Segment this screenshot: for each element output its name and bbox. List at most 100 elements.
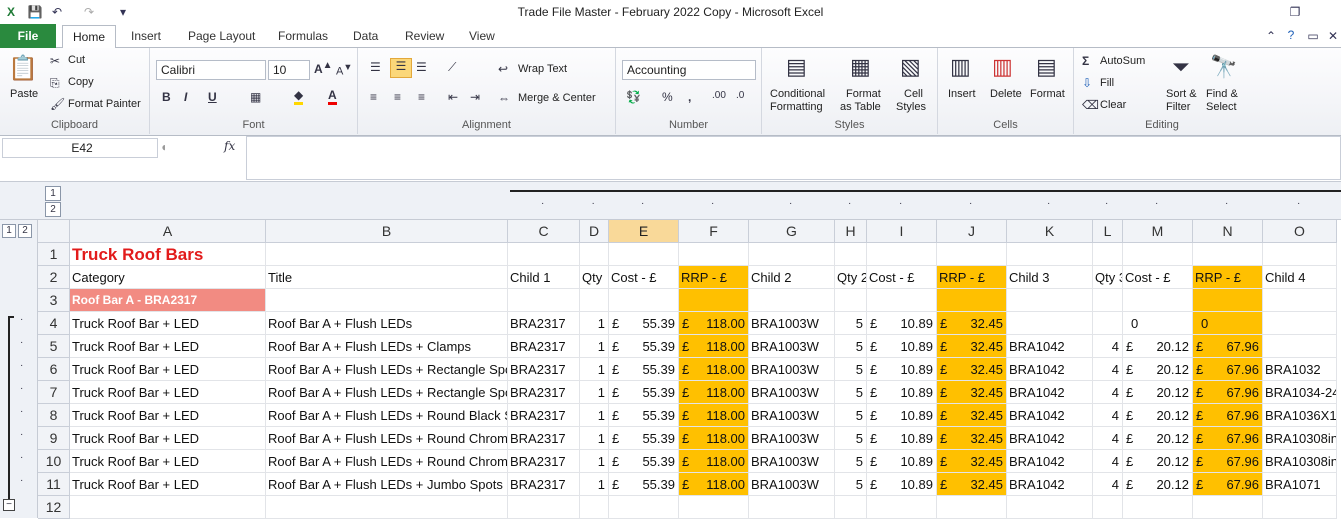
- increase-font-icon[interactable]: A▲: [314, 60, 333, 76]
- format-cells-button[interactable]: Format: [1030, 88, 1065, 100]
- row-header[interactable]: 10: [38, 450, 70, 473]
- cell-d1[interactable]: [580, 243, 609, 266]
- underline-icon[interactable]: U: [208, 90, 217, 104]
- cell-n12[interactable]: [1193, 496, 1263, 519]
- cell-a5[interactable]: Truck Roof Bar + LED: [70, 335, 266, 358]
- cell-k11[interactable]: BRA1042: [1007, 473, 1093, 496]
- cell-k12[interactable]: [1007, 496, 1093, 519]
- cell-a8[interactable]: Truck Roof Bar + LED: [70, 404, 266, 427]
- sort-filter-icon[interactable]: ⏷: [1172, 54, 1190, 80]
- column-header-a[interactable]: A: [70, 220, 266, 243]
- comma-style-icon[interactable]: ,: [688, 90, 691, 104]
- cell-a2[interactable]: Category: [70, 266, 266, 289]
- cell-b2[interactable]: Title: [266, 266, 508, 289]
- cell-b9[interactable]: Roof Bar A + Flush LEDs + Round Chrom: [266, 427, 508, 450]
- cell-n11[interactable]: £67.96: [1193, 473, 1263, 496]
- column-header-g[interactable]: G: [749, 220, 835, 243]
- cell-k5[interactable]: BRA1042: [1007, 335, 1093, 358]
- restore-window-icon[interactable]: ❐: [1286, 3, 1304, 21]
- column-header-o[interactable]: O: [1263, 220, 1337, 243]
- cell-f10[interactable]: £118.00: [679, 450, 749, 473]
- cell-g5[interactable]: BRA1003W: [749, 335, 835, 358]
- cell-b8[interactable]: Roof Bar A + Flush LEDs + Round Black S: [266, 404, 508, 427]
- paste-icon[interactable]: 📋: [8, 54, 38, 84]
- percent-icon[interactable]: %: [662, 90, 673, 104]
- cell-e9[interactable]: £55.39: [609, 427, 679, 450]
- cell-d4[interactable]: 1: [580, 312, 609, 335]
- cell-n10[interactable]: £67.96: [1193, 450, 1263, 473]
- tab-file[interactable]: File: [0, 24, 56, 48]
- cell-k7[interactable]: BRA1042: [1007, 381, 1093, 404]
- cell-k2[interactable]: Child 3: [1007, 266, 1093, 289]
- cell-l12[interactable]: [1093, 496, 1123, 519]
- cell-j3[interactable]: [937, 289, 1007, 312]
- cell-d11[interactable]: 1: [580, 473, 609, 496]
- insert-cells-icon[interactable]: ▥: [950, 54, 971, 80]
- row-header[interactable]: 7: [38, 381, 70, 404]
- merge-center-button[interactable]: Merge & Center: [518, 92, 596, 104]
- cell-i5[interactable]: £10.89: [867, 335, 937, 358]
- row-header[interactable]: 3: [38, 289, 70, 312]
- cell-e6[interactable]: £55.39: [609, 358, 679, 381]
- cell-j7[interactable]: £32.45: [937, 381, 1007, 404]
- cell-o10[interactable]: BRA10308in: [1263, 450, 1337, 473]
- cell-f5[interactable]: £118.00: [679, 335, 749, 358]
- cell-d6[interactable]: 1: [580, 358, 609, 381]
- cell-l7[interactable]: 4: [1093, 381, 1123, 404]
- cell-m12[interactable]: [1123, 496, 1193, 519]
- cell-m9[interactable]: £20.12: [1123, 427, 1193, 450]
- cell-c2[interactable]: Child 1: [508, 266, 580, 289]
- cell-a4[interactable]: Truck Roof Bar + LED: [70, 312, 266, 335]
- cell-e10[interactable]: £55.39: [609, 450, 679, 473]
- column-header-d[interactable]: D: [580, 220, 609, 243]
- find-select-icon[interactable]: 🔭: [1210, 54, 1237, 80]
- name-box[interactable]: E42: [2, 138, 158, 158]
- cell-m11[interactable]: £20.12: [1123, 473, 1193, 496]
- column-header-i[interactable]: I: [867, 220, 937, 243]
- cell-l3[interactable]: [1093, 289, 1123, 312]
- cell-g10[interactable]: BRA1003W: [749, 450, 835, 473]
- increase-indent-icon[interactable]: ⇥: [470, 90, 480, 104]
- cell-i6[interactable]: £10.89: [867, 358, 937, 381]
- select-all-corner[interactable]: [38, 220, 70, 243]
- cell-b6[interactable]: Roof Bar A + Flush LEDs + Rectangle Spo: [266, 358, 508, 381]
- cell-o8[interactable]: BRA1036X1: [1263, 404, 1337, 427]
- cell-a3[interactable]: Roof Bar A - BRA2317: [70, 289, 266, 312]
- cell-c3[interactable]: [508, 289, 580, 312]
- cell-l6[interactable]: 4: [1093, 358, 1123, 381]
- row-outline-level-2-button[interactable]: 2: [18, 224, 32, 238]
- row-header[interactable]: 6: [38, 358, 70, 381]
- cell-h11[interactable]: 5: [835, 473, 867, 496]
- cell-i11[interactable]: £10.89: [867, 473, 937, 496]
- cell-i1[interactable]: [867, 243, 937, 266]
- format-painter-button[interactable]: Format Painter: [68, 98, 141, 110]
- cell-e11[interactable]: £55.39: [609, 473, 679, 496]
- cell-h5[interactable]: 5: [835, 335, 867, 358]
- cell-n9[interactable]: £67.96: [1193, 427, 1263, 450]
- cell-c10[interactable]: BRA2317: [508, 450, 580, 473]
- cell-o6[interactable]: BRA1032: [1263, 358, 1337, 381]
- cell-b1[interactable]: [266, 243, 508, 266]
- cell-i10[interactable]: £10.89: [867, 450, 937, 473]
- cell-c6[interactable]: BRA2317: [508, 358, 580, 381]
- column-header-f[interactable]: F: [679, 220, 749, 243]
- cell-n5[interactable]: £67.96: [1193, 335, 1263, 358]
- paste-button[interactable]: Paste: [10, 88, 38, 100]
- cell-n3[interactable]: [1193, 289, 1263, 312]
- autosum-button[interactable]: AutoSum: [1100, 55, 1145, 67]
- cell-m5[interactable]: £20.12: [1123, 335, 1193, 358]
- cell-i12[interactable]: [867, 496, 937, 519]
- align-middle-icon[interactable]: ☰: [390, 58, 412, 78]
- cell-g9[interactable]: BRA1003W: [749, 427, 835, 450]
- row-header[interactable]: 4: [38, 312, 70, 335]
- cell-l1[interactable]: [1093, 243, 1123, 266]
- format-as-table-button[interactable]: Format: [846, 88, 881, 100]
- cell-d8[interactable]: 1: [580, 404, 609, 427]
- cell-j12[interactable]: [937, 496, 1007, 519]
- cell-d5[interactable]: 1: [580, 335, 609, 358]
- orientation-icon[interactable]: ⟋: [448, 60, 456, 75]
- cell-n8[interactable]: £67.96: [1193, 404, 1263, 427]
- cell-j9[interactable]: £32.45: [937, 427, 1007, 450]
- cell-i3[interactable]: [867, 289, 937, 312]
- cell-m10[interactable]: £20.12: [1123, 450, 1193, 473]
